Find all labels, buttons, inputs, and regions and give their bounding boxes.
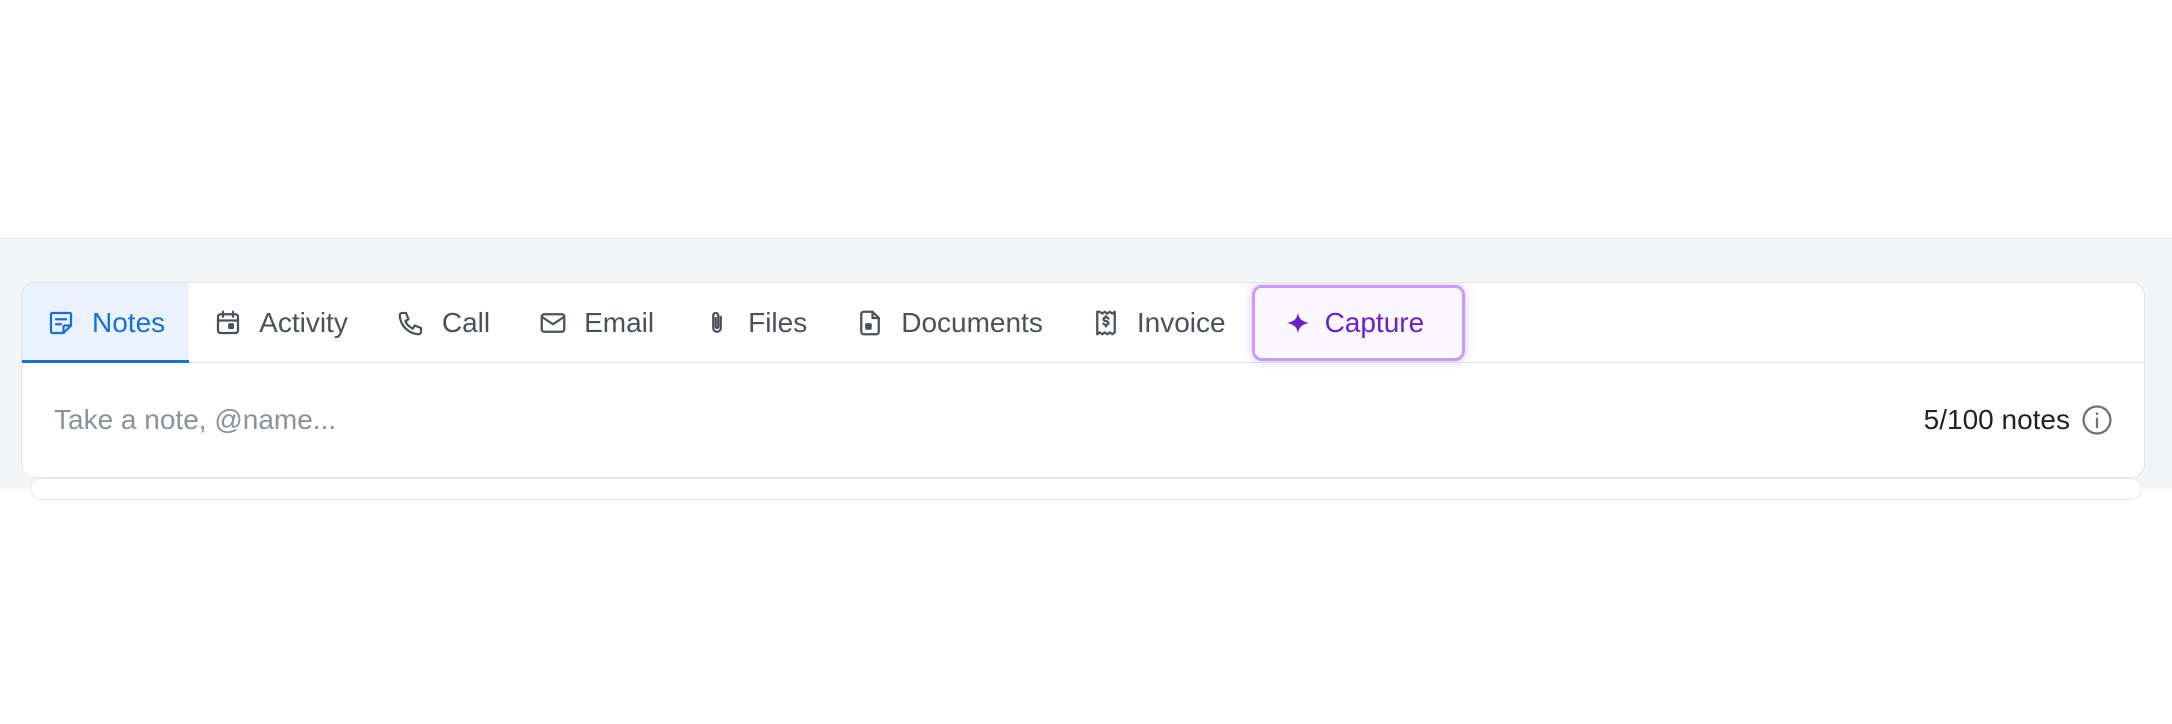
info-icon[interactable]: [2080, 403, 2114, 437]
composer-tab-bar: Notes Activity Call Email Files Document…: [22, 283, 2144, 363]
tab-email[interactable]: Email: [514, 283, 678, 362]
calendar-icon: [217, 310, 240, 334]
sticky-note-icon: [49, 311, 73, 334]
note-composer: Notes Activity Call Email Files Document…: [21, 282, 2145, 478]
document-icon: [860, 310, 881, 335]
bottom-empty-area: [0, 489, 2172, 724]
tab-documents[interactable]: Documents: [831, 283, 1067, 362]
tab-capture-label: Capture: [1324, 307, 1425, 338]
mail-icon: [540, 312, 566, 333]
top-empty-area: [0, 0, 2172, 239]
tab-call[interactable]: Call: [372, 283, 514, 362]
tab-capture[interactable]: Capture: [1251, 285, 1466, 361]
tab-invoice[interactable]: Invoice: [1067, 283, 1250, 362]
tab-invoice-label: Invoice: [1136, 306, 1226, 338]
tab-files[interactable]: Files: [678, 283, 831, 362]
tab-activity-label: Activity: [259, 306, 348, 338]
tab-documents-label: Documents: [901, 306, 1043, 338]
tab-call-label: Call: [441, 306, 491, 338]
tab-notes-label: Notes: [92, 306, 166, 338]
next-card-edge: [30, 478, 2142, 500]
notes-counter: 5/100 notes: [1924, 403, 2114, 437]
tab-activity[interactable]: Activity: [189, 283, 372, 362]
page: Notes Activity Call Email Files Document…: [0, 0, 2172, 724]
receipt-icon: [1095, 310, 1116, 335]
note-input[interactable]: [54, 404, 1254, 436]
phone-icon: [398, 311, 422, 335]
sparkle-icon: [1286, 312, 1309, 334]
tab-email-label: Email: [584, 306, 655, 338]
tab-files-label: Files: [748, 306, 808, 338]
note-input-row: 5/100 notes: [22, 363, 2144, 477]
notes-counter-text: 5/100 notes: [1923, 404, 2070, 435]
paperclip-icon: [712, 311, 722, 333]
tab-notes[interactable]: Notes: [22, 283, 190, 363]
